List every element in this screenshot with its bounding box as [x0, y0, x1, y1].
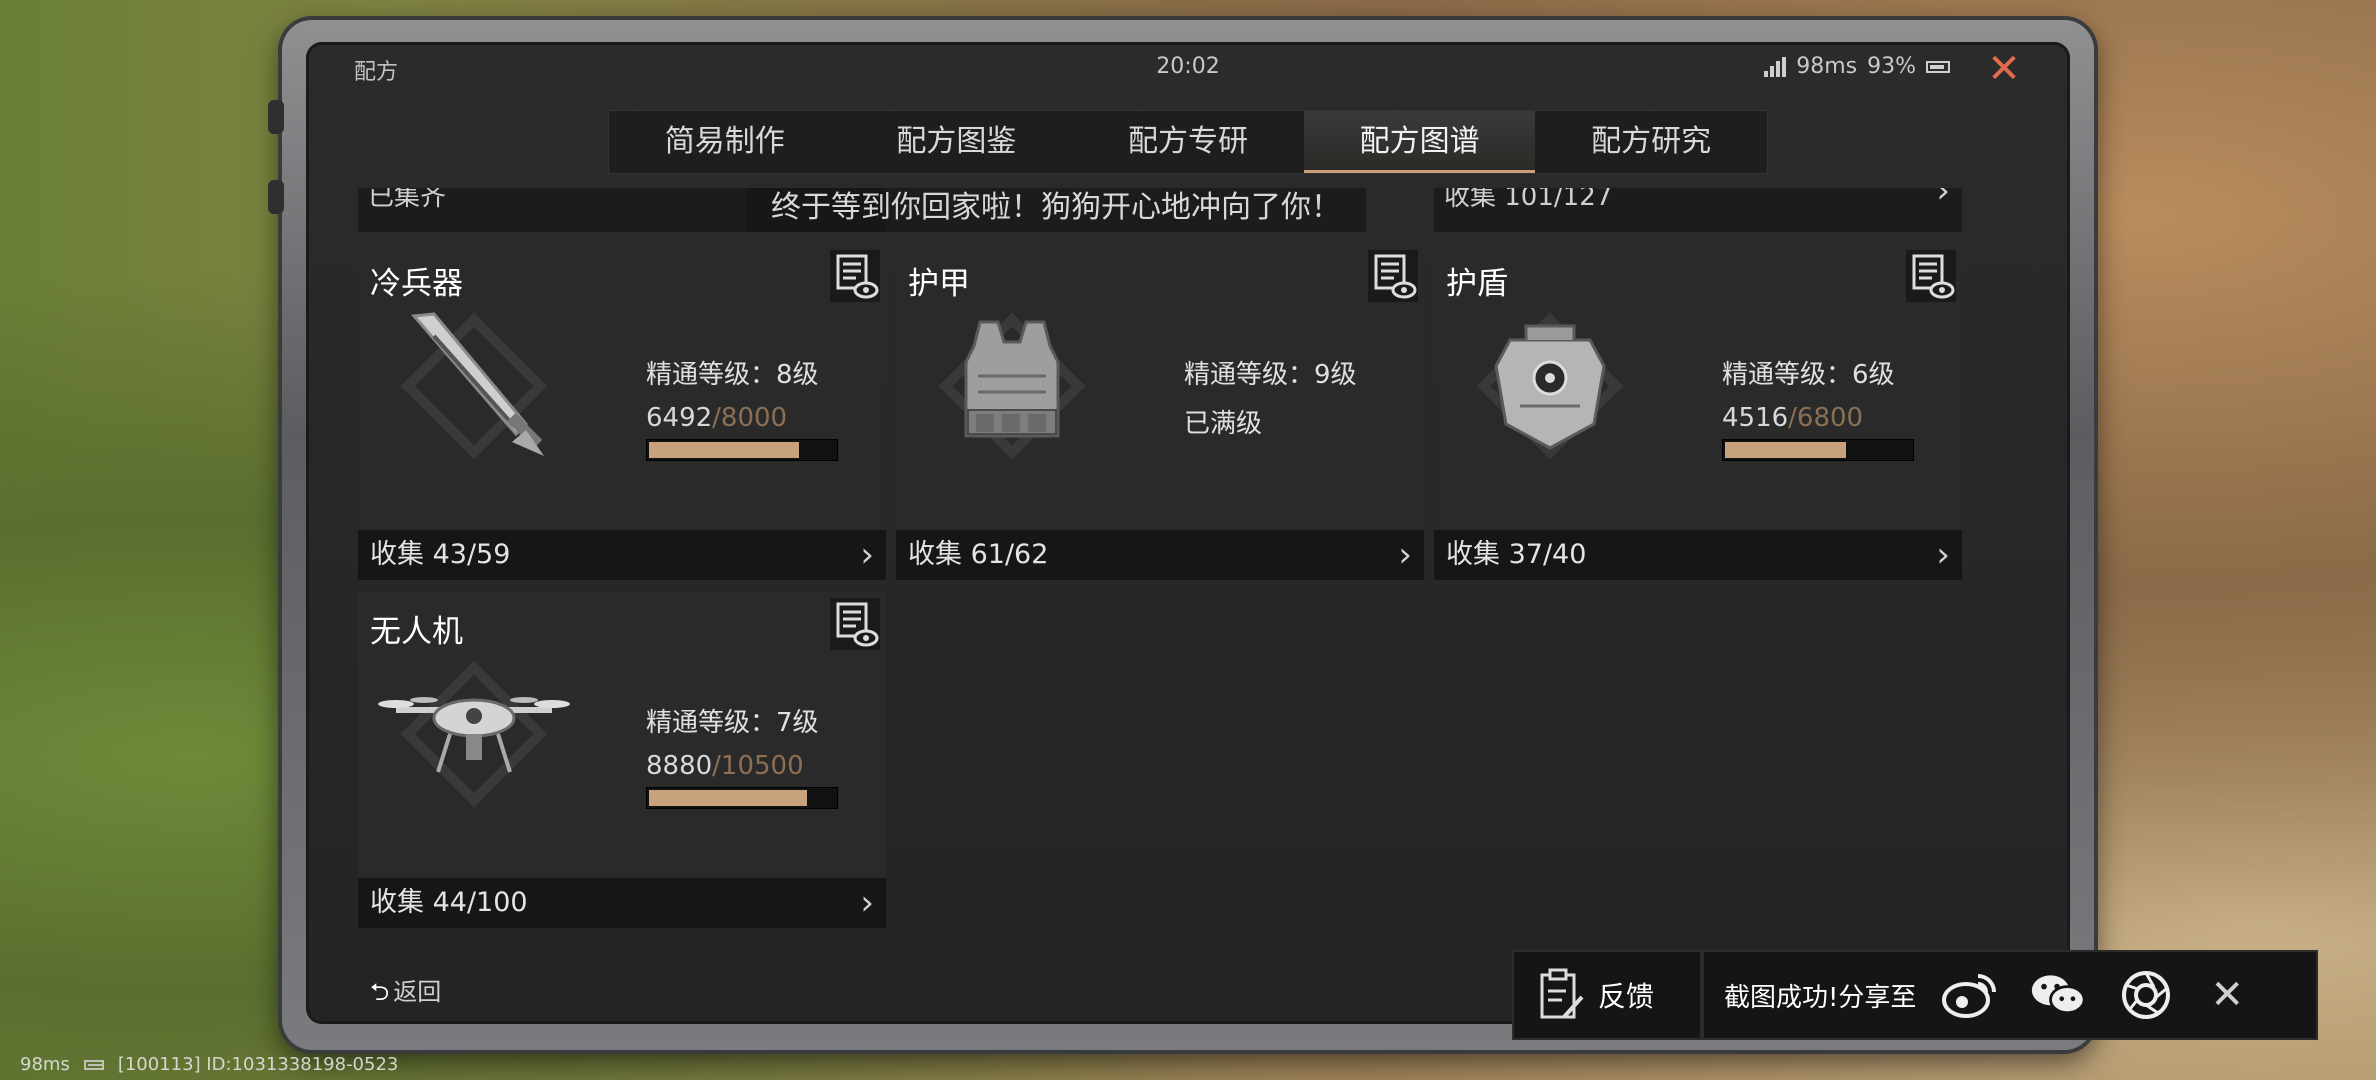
partial-card-row: 已集齐 收集 101/127 › 终于等到你回家啦！狗狗开心地冲向了你！ [358, 188, 2018, 232]
close-icon[interactable]: ✕ [1986, 49, 2022, 89]
mastery-level: 精通等级：9级 [1184, 360, 1357, 390]
progress-max: /10500 [712, 751, 804, 781]
tab-recipe-atlas[interactable]: 配方图谱 [1303, 111, 1536, 173]
toast-message: 终于等到你回家啦！狗狗开心地冲向了你！ [746, 188, 1366, 232]
card-title: 护甲 [908, 266, 970, 302]
mastery-stats: 精通等级：9级 已满级 [1184, 354, 1357, 440]
progress-current: 6492 [646, 403, 713, 433]
chevron-right-icon: › [860, 883, 874, 923]
tab-recipe-catalog[interactable]: 配方图鉴 [841, 111, 1073, 173]
frame-knob [268, 180, 284, 214]
mastery-level: 精通等级：7级 [646, 708, 819, 738]
view-list-icon[interactable] [830, 250, 880, 302]
mastery-progress: 6492/8000 [646, 403, 838, 433]
mastery-progress: 4516/6800 [1722, 403, 1914, 433]
share-label: 截图成功!分享至 [1724, 982, 1917, 1013]
tab-recipe-study[interactable]: 配方专研 [1072, 111, 1304, 173]
collect-count: 收集 43/59 [370, 539, 511, 570]
card-title: 冷兵器 [370, 266, 463, 302]
chevron-right-icon: › [1936, 188, 1950, 211]
bottom-status-bar: 98ms [100113] ID:1031338198-0523 [20, 1054, 398, 1075]
chevron-right-icon: › [1398, 535, 1412, 575]
chevron-right-icon: › [1936, 535, 1950, 575]
status-indicators: 98ms 93% [1764, 54, 1950, 79]
collect-row[interactable]: 收集 43/59 › [358, 530, 886, 580]
card-title: 无人机 [370, 614, 463, 650]
partial-card-right[interactable]: 收集 101/127 › [1434, 188, 1962, 232]
mastery-progress-bar [1722, 439, 1914, 461]
category-card-armor[interactable]: 护甲 精通等级：9级 已满级 收集 61/62 › [896, 244, 1424, 580]
back-button[interactable]: ⮌ 返回 [370, 972, 441, 1016]
close-icon[interactable]: ✕ [2210, 972, 2244, 1018]
tablet-frame: 配方 20:02 98ms 93% ✕ 简易制作 配方图鉴 配方专研 配方图谱 … [268, 20, 2094, 1050]
recipe-panel: 配方 20:02 98ms 93% ✕ 简易制作 配方图鉴 配方专研 配方图谱 … [306, 42, 2070, 1024]
partial-left-text: 已集齐 [368, 188, 447, 212]
chevron-right-icon: › [860, 535, 874, 575]
collect-row[interactable]: 收集 37/40 › [1434, 530, 1962, 580]
signal-icon [1764, 56, 1787, 77]
armor-vest-icon [932, 306, 1092, 466]
return-arrow-icon: ⮌ [370, 978, 390, 1006]
wechat-icon[interactable] [2030, 967, 2086, 1023]
battery-text: 93% [1867, 54, 1916, 79]
tab-simple-craft[interactable]: 简易制作 [609, 111, 841, 173]
collect-count: 收集 61/62 [908, 539, 1049, 570]
latency-text: 98ms [20, 1054, 70, 1075]
mastery-level: 精通等级：6级 [1722, 360, 1895, 390]
weibo-icon[interactable] [1942, 967, 1998, 1023]
share-bar: 截图成功!分享至 ✕ [1702, 950, 2318, 1040]
view-list-icon[interactable] [830, 598, 880, 650]
player-id: [100113] ID:1031338198-0523 [117, 1054, 399, 1075]
shield-icon [1470, 306, 1630, 466]
feedback-label: 反馈 [1598, 980, 1655, 1013]
mastery-stats: 精通等级：6级 4516/6800 [1722, 354, 1914, 461]
progress-bar-fill [1725, 442, 1847, 458]
collect-count: 收集 37/40 [1446, 539, 1587, 570]
partial-right-text: 收集 101/127 [1444, 188, 1613, 212]
progress-bar-fill [649, 790, 807, 806]
mastery-level: 精通等级：8级 [646, 360, 819, 390]
feedback-button[interactable]: 反馈 [1512, 950, 1702, 1040]
collect-row[interactable]: 收集 44/100 › [358, 878, 886, 928]
view-list-icon[interactable] [1368, 250, 1418, 302]
battery-icon [83, 1059, 104, 1070]
progress-current: 4516 [1722, 403, 1789, 433]
progress-current: 8880 [646, 751, 713, 781]
blade-icon [394, 306, 554, 466]
category-card-drone[interactable]: 无人机 精通等级：7级 8880/10500 收集 44/100 › [358, 592, 886, 928]
mastery-progress-bar [646, 439, 838, 461]
progress-max: /6800 [1788, 403, 1864, 433]
collect-row[interactable]: 收集 61/62 › [896, 530, 1424, 580]
tab-bar: 简易制作 配方图鉴 配方专研 配方图谱 配方研究 [608, 110, 1768, 174]
status-bar: 配方 20:02 98ms 93% ✕ [306, 42, 2070, 89]
back-label: 返回 [393, 978, 442, 1006]
view-list-icon[interactable] [1906, 250, 1956, 302]
camera-shutter-icon[interactable] [2118, 967, 2174, 1023]
card-title: 护盾 [1446, 266, 1508, 302]
frame-knob [268, 100, 284, 134]
mastery-progress: 8880/10500 [646, 751, 838, 781]
tab-recipe-research[interactable]: 配方研究 [1535, 111, 1767, 173]
mastery-progress-bar [646, 787, 838, 809]
mastery-stats: 精通等级：7级 8880/10500 [646, 702, 838, 809]
category-card-cold-weapons[interactable]: 冷兵器 精通等级：8级 6492/8000 收集 43/59 › [358, 244, 886, 580]
max-level-label: 已满级 [1184, 409, 1263, 439]
drone-icon [378, 654, 570, 814]
battery-icon [1926, 60, 1950, 73]
mastery-stats: 精通等级：8级 6492/8000 [646, 354, 838, 461]
collect-count: 收集 44/100 [370, 887, 528, 918]
progress-bar-fill [649, 442, 799, 458]
category-card-shield[interactable]: 护盾 精通等级：6级 4516/6800 收集 37/40 › [1434, 244, 1962, 580]
clipboard-edit-icon [1540, 968, 1584, 1019]
latency-text: 98ms [1796, 54, 1858, 79]
progress-max: /8000 [712, 403, 788, 433]
